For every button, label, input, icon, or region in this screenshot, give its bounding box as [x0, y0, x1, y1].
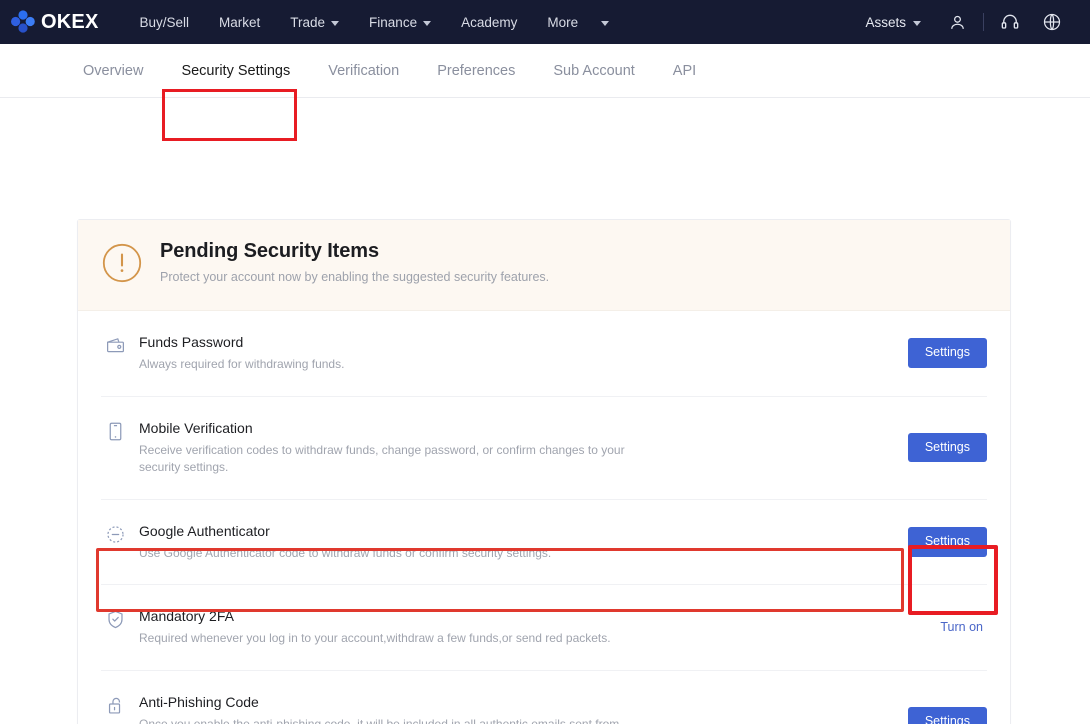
okex-diamond-logo-icon [11, 10, 35, 33]
list-item-mandatory-2fa: Mandatory 2FA Required whenever you log … [101, 585, 987, 671]
card-header: Pending Security Items Protect your acco… [78, 220, 1010, 311]
language-button[interactable] [1032, 0, 1072, 44]
security-items-list: Funds Password Always required for withd… [78, 311, 1010, 724]
list-item-action: Settings [907, 338, 987, 369]
nav-item-more[interactable]: More [532, 0, 593, 44]
page-title: Pending Security Items [160, 240, 379, 262]
nav-label: Buy/Sell [139, 14, 190, 30]
item-title: Funds Password [139, 334, 244, 350]
nav-label: Finance [369, 14, 418, 30]
top-nav-right-cluster: Assets [851, 0, 1072, 44]
list-item-action: Turn on [940, 620, 987, 634]
tab-verification[interactable]: Verification [309, 44, 418, 98]
item-description: Once you enable the anti-phishing code, … [139, 716, 620, 724]
list-item-google-authenticator: Google Authenticator Use Google Authenti… [101, 500, 987, 586]
nav-item-academy[interactable]: Academy [446, 0, 532, 44]
tab-security-settings[interactable]: Security Settings [162, 44, 309, 98]
support-button[interactable] [990, 0, 1030, 44]
account-button[interactable] [937, 0, 977, 44]
wallet-icon [101, 335, 129, 356]
list-item-text: Google Authenticator Use Google Authenti… [139, 522, 639, 563]
tab-overview[interactable]: Overview [64, 44, 162, 98]
item-description: Receive verification codes to withdraw f… [139, 442, 625, 475]
unlock-padlock-icon [101, 695, 129, 716]
settings-button-mobile-verification[interactable]: Settings [907, 432, 987, 463]
nav-item-finance[interactable]: Finance [354, 0, 446, 44]
tab-label: API [672, 62, 697, 79]
authenticator-dashed-circle-icon [101, 524, 129, 545]
settings-button-anti-phishing-code[interactable]: Settings [907, 706, 987, 724]
tab-label: Verification [328, 62, 400, 79]
account-tab-bar: Overview Security Settings Verification … [0, 44, 1090, 141]
exclamation-circle-icon [102, 243, 142, 288]
globe-icon [1043, 13, 1061, 31]
list-item-action: Settings [907, 526, 987, 557]
nav-item-market[interactable]: Market [204, 0, 275, 44]
tab-label: Preferences [437, 62, 516, 79]
user-icon [950, 15, 964, 29]
list-item-text: Funds Password Always required for withd… [139, 333, 639, 374]
list-item-text: Anti-Phishing Code Once you enable the a… [139, 693, 639, 724]
assets-menu[interactable]: Assets [851, 15, 935, 30]
list-item-text: Mandatory 2FA Required whenever you log … [139, 607, 639, 648]
turn-on-link-mandatory-2fa[interactable]: Turn on [940, 620, 987, 634]
tab-label: Overview [83, 62, 144, 79]
card-header-text: Pending Security Items Protect your acco… [160, 240, 549, 285]
nav-label: Academy [461, 14, 518, 30]
main-content: Pending Security Items Protect your acco… [0, 98, 1090, 724]
tab-preferences[interactable]: Preferences [418, 44, 534, 98]
chevron-down-icon [913, 20, 921, 26]
list-item-mobile-verification: Mobile Verification Receive verification… [101, 397, 987, 500]
headset-icon [1001, 14, 1019, 29]
top-navigation-bar: OKEX Buy/Sell Market Trade Finance Acade… [0, 0, 1090, 44]
list-item-action: Settings [907, 706, 987, 724]
pending-security-items-card: Pending Security Items Protect your acco… [77, 219, 1011, 724]
nav-label: Market [219, 14, 261, 30]
item-title: Mandatory 2FA [139, 608, 234, 625]
nav-overflow-toggle[interactable] [593, 0, 617, 44]
item-description: Always required for withdrawing funds. [139, 357, 345, 372]
tab-sub-account[interactable]: Sub Account [534, 44, 653, 98]
nav-label: Trade [290, 14, 326, 30]
list-item-action: Settings [907, 432, 987, 463]
item-title: Mobile Verification [139, 419, 253, 436]
top-nav-items: Buy/Sell Market Trade Finance Academy Mo… [124, 0, 617, 44]
list-item-text: Mobile Verification Receive verification… [139, 419, 639, 477]
chevron-down-icon [423, 20, 432, 26]
tab-label: Sub Account [553, 62, 635, 79]
nav-label: More [547, 14, 579, 30]
tab-api[interactable]: API [654, 44, 715, 98]
item-title: Google Authenticator [139, 522, 270, 539]
mobile-phone-icon [101, 421, 129, 442]
tab-label: Security Settings [181, 62, 291, 79]
page-subtitle: Protect your account now by enabling the… [160, 270, 550, 284]
shield-check-icon [101, 609, 129, 630]
list-item-anti-phishing-code: Anti-Phishing Code Once you enable the a… [101, 671, 987, 724]
item-description: Required whenever you log in to your acc… [139, 631, 611, 646]
assets-label: Assets [865, 14, 906, 30]
item-description: Use Google Authenticator code to withdra… [139, 545, 552, 560]
divider [983, 13, 984, 31]
settings-button-google-authenticator[interactable]: Settings [907, 526, 987, 557]
nav-item-trade[interactable]: Trade [275, 0, 354, 44]
chevron-down-icon [331, 20, 340, 26]
okex-logo[interactable]: OKEX [10, 10, 98, 34]
nav-item-buy-sell[interactable]: Buy/Sell [124, 0, 204, 44]
settings-button-funds-password[interactable]: Settings [907, 338, 987, 369]
item-title: Anti-Phishing Code [139, 693, 259, 710]
chevron-down-icon [601, 20, 610, 26]
list-item-funds-password: Funds Password Always required for withd… [101, 311, 987, 397]
brand-name: OKEX [41, 11, 99, 33]
